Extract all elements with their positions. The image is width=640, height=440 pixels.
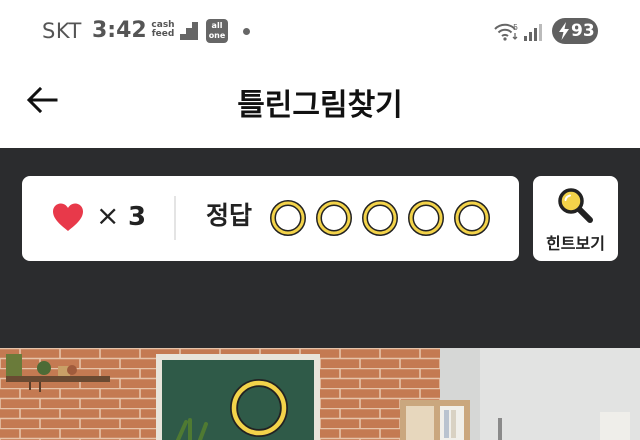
notification-dot-icon bbox=[243, 28, 250, 35]
cashfeed-icon: cash feed bbox=[150, 21, 176, 39]
hint-label: 힌트보기 bbox=[546, 234, 605, 253]
answer-slot-icon bbox=[362, 200, 398, 236]
battery-level: 93 bbox=[571, 21, 595, 41]
carrier-label: SKT bbox=[42, 19, 82, 43]
wifi-icon: 5 bbox=[494, 23, 518, 41]
answer-slot-icon bbox=[270, 200, 306, 236]
battery-charging-icon bbox=[559, 22, 569, 40]
stairs-icon bbox=[180, 22, 198, 40]
puzzle-scene bbox=[0, 348, 640, 440]
lives-count: 3 bbox=[128, 202, 147, 232]
puzzle-image[interactable] bbox=[0, 348, 640, 440]
lives-multiplier: × bbox=[96, 199, 120, 232]
clock: 3:42 bbox=[92, 18, 147, 43]
cashfeed-label-bottom: feed bbox=[151, 29, 175, 39]
heart-icon bbox=[53, 203, 83, 231]
answer-slot-icon bbox=[454, 200, 490, 236]
app-header: 틀린그림찾기 bbox=[0, 62, 640, 148]
signal-icon bbox=[524, 24, 542, 41]
status-bar: SKT 3:42 cash feed all one 5 93 bbox=[0, 0, 640, 62]
answer-label: 정답 bbox=[206, 201, 253, 230]
network-badge: 5 bbox=[513, 23, 518, 32]
hint-button[interactable]: 힌트보기 bbox=[533, 176, 618, 261]
status-card: × 3 정답 bbox=[22, 176, 519, 261]
answer-slot-icon bbox=[316, 200, 352, 236]
game-status-area: × 3 정답 힌트보기 bbox=[0, 148, 640, 348]
allone-icon: all one bbox=[206, 19, 228, 43]
allone-label-top: all bbox=[211, 21, 223, 30]
answer-slot-icon bbox=[408, 200, 444, 236]
magnifier-icon bbox=[558, 188, 593, 223]
battery-indicator: 93 bbox=[552, 18, 598, 44]
divider bbox=[174, 196, 176, 240]
allone-label-bottom: one bbox=[208, 31, 226, 40]
page-title: 틀린그림찾기 bbox=[237, 88, 403, 123]
